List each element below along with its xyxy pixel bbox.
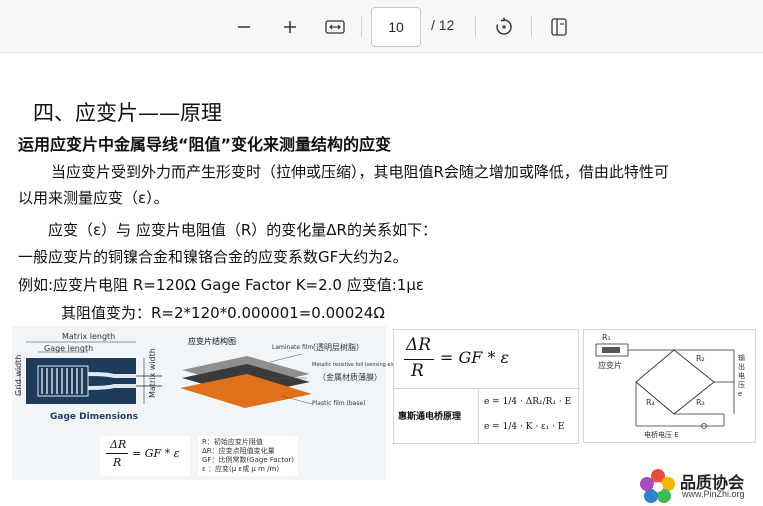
flower-logo-icon bbox=[640, 469, 675, 503]
matrix-width-label: Matrix width bbox=[148, 348, 157, 398]
equation-fraction: 1/4 bbox=[502, 397, 518, 407]
gage-length-label: Gage length bbox=[44, 344, 94, 353]
bridge-voltage-label: 电桥电压 E bbox=[644, 431, 679, 439]
rotate-icon bbox=[496, 17, 512, 35]
paragraph-line: 当应变片受到外力而产生形变时（拉伸或压缩），其电阻值R会随之增加或降低，借由此特… bbox=[51, 163, 669, 181]
equation-prefix: e = bbox=[484, 397, 500, 407]
paragraph-line: 其阻值变为：R=2*120*0.000001=0.00024Ω bbox=[61, 304, 385, 322]
page-number-input[interactable]: 10 bbox=[371, 7, 421, 47]
wheatstone-bridge-diagram: R₁ R₂ R₃ R₄ 应变片 输出电压 e 电桥电压 E bbox=[583, 329, 756, 443]
fit-width-button[interactable] bbox=[320, 12, 350, 42]
equation-rest: · K · ε₁ · E bbox=[519, 422, 565, 432]
zoom-in-button[interactable] bbox=[275, 12, 305, 42]
toolbar-divider bbox=[531, 16, 532, 37]
formula-rhs: = GF * ε bbox=[132, 447, 180, 460]
paragraph-line: 应变（ε）与 应变片电阻值（R）的变化量ΔR的关系如下： bbox=[48, 221, 437, 239]
matrix-length-label: Matrix length bbox=[62, 332, 116, 341]
zoom-out-button[interactable] bbox=[229, 12, 259, 42]
r1-label: R₁ bbox=[602, 333, 611, 342]
pdf-toolbar: 10 / 12 bbox=[0, 0, 763, 53]
r2-label: R₂ bbox=[696, 354, 705, 363]
equation-prefix: e = bbox=[484, 422, 500, 432]
page-total: / 12 bbox=[431, 17, 455, 33]
layer2-label: （金属材质薄膜） bbox=[318, 373, 382, 382]
minus-icon bbox=[238, 26, 250, 28]
grid-width-label: Grid width bbox=[14, 354, 23, 396]
paragraph-line: 以用来测量应变（ε）。 bbox=[18, 189, 169, 207]
layer1-label: （透明层树脂） bbox=[308, 343, 364, 352]
r3-label: R₃ bbox=[696, 398, 705, 407]
formula-numerator: ΔR bbox=[110, 438, 127, 451]
toolbar-divider bbox=[475, 16, 476, 37]
bridge-equation-2: e = 1/4 · K · ε₁ · E bbox=[484, 422, 564, 432]
toolbar-divider bbox=[361, 16, 362, 37]
legend-line: ε ：应变(μ ε或 μ m /m) bbox=[202, 465, 280, 473]
figure-divider bbox=[478, 388, 479, 445]
fit-width-icon bbox=[325, 20, 345, 34]
equation-rest: · ΔR₁/R₁ · E bbox=[519, 397, 572, 407]
page-view-icon bbox=[551, 18, 567, 36]
structure-title: 应变片结构图 bbox=[188, 337, 236, 346]
section-subheading: 运用应变片中金属导线“阻值”变化来测量结构的应变 bbox=[18, 135, 392, 154]
bridge-formula-figure: ΔR R = GF * ε 惠斯通电桥原理 e = 1/4 · ΔR₁/R₁ ·… bbox=[393, 329, 580, 445]
formula-fraction-bar bbox=[404, 359, 434, 360]
r4-label: R₄ bbox=[646, 398, 655, 407]
bridge-equation-1: e = 1/4 · ΔR₁/R₁ · E bbox=[484, 397, 571, 407]
formula-denominator: R bbox=[411, 361, 424, 381]
gage-dimensions-label: Gage Dimensions bbox=[50, 412, 138, 422]
paragraph-line: 例如:应变片电阻 R=120Ω Gage Factor K=2.0 应变值:1μ… bbox=[18, 276, 424, 294]
plastic-label: Plastic film (base) bbox=[312, 400, 366, 407]
equation-fraction: 1/4 bbox=[502, 422, 518, 432]
document-page: 四、应变片——原理 运用应变片中金属导线“阻值”变化来测量结构的应变 当应变片受… bbox=[0, 53, 763, 506]
bridge-principle-label: 惠斯通电桥原理 bbox=[398, 412, 462, 422]
plus-icon bbox=[284, 21, 296, 33]
formula-denominator: R bbox=[113, 456, 122, 469]
figure-divider bbox=[394, 388, 580, 389]
strain-gauge-figure: Matrix length Gage length Grid width Mat… bbox=[12, 326, 410, 480]
logo-url: www.PinZhi.org bbox=[682, 489, 745, 499]
rotate-button[interactable] bbox=[489, 12, 519, 42]
formula-rhs: = GF * ε bbox=[440, 348, 510, 367]
gauge-label: 应变片 bbox=[598, 361, 622, 370]
bridge-circuit-svg bbox=[595, 343, 735, 429]
section-heading: 四、应变片——原理 bbox=[33, 101, 222, 125]
formula-numerator: ΔR bbox=[406, 335, 432, 355]
output-voltage-label: 输出电压 e bbox=[738, 354, 745, 398]
page-view-button[interactable] bbox=[544, 12, 574, 42]
paragraph-line: 一般应变片的铜镍合金和镍铬合金的应变系数GF大约为2。 bbox=[18, 248, 408, 266]
formula-fraction-bar bbox=[106, 453, 128, 454]
